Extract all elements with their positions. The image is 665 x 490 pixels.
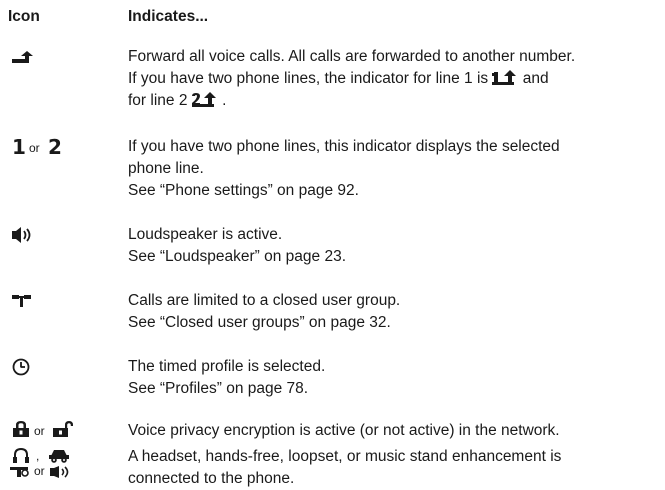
description-line: A headset, hands-free, loopset, or music… xyxy=(128,448,562,465)
hands-free-icon xyxy=(48,449,70,463)
music-stand-icon xyxy=(50,466,72,478)
table-row: or Voice privacy encryption is active (o… xyxy=(0,420,665,442)
description-line: See “Phone settings” on page 92. xyxy=(128,182,359,199)
row-description: A headset, hands-free, loopset, or music… xyxy=(128,446,663,490)
description-line: Forward all voice calls. All calls are f… xyxy=(128,48,576,65)
description-line: Calls are limited to a closed user group… xyxy=(128,292,401,309)
lock-open-icon xyxy=(53,421,73,437)
icon-cell xyxy=(4,356,122,400)
table-header: Icon Indicates... xyxy=(0,8,665,32)
or-label: or xyxy=(29,141,40,155)
description-text: . xyxy=(222,92,227,109)
icon-column-header: Icon xyxy=(8,8,40,25)
lock-closed-icon xyxy=(12,421,30,437)
table-row: Forward all voice calls. All calls are f… xyxy=(0,46,665,134)
row-description: Voice privacy encryption is active (or n… xyxy=(128,420,663,442)
description-line: If you have two phone lines, this indica… xyxy=(128,138,560,155)
icon-cell xyxy=(4,224,122,268)
row-description: Calls are limited to a closed user group… xyxy=(128,290,663,334)
row-description: The timed profile is selected. See “Prof… xyxy=(128,356,663,400)
description-line: The timed profile is selected. xyxy=(128,358,326,375)
description-line: See “Profiles” on page 78. xyxy=(128,380,309,397)
row-description: Forward all voice calls. All calls are f… xyxy=(128,46,663,112)
comma-separator: , xyxy=(36,449,40,463)
description-text: If you have two phone lines, the indicat… xyxy=(128,70,489,87)
description-text: and xyxy=(522,70,549,87)
headset-icon xyxy=(12,448,30,464)
icon-cell-second-line: or xyxy=(4,464,122,478)
row-description: Loudspeaker is active. See “Loudspeaker”… xyxy=(128,224,663,268)
line-2-forward-icon xyxy=(191,92,218,108)
line-2-icon: 2 xyxy=(48,135,62,159)
loudspeaker-icon xyxy=(12,227,34,243)
table-row: The timed profile is selected. See “Prof… xyxy=(0,356,665,400)
icon-cell: 1 or 2 xyxy=(4,135,122,180)
table-row: Loudspeaker is active. See “Loudspeaker”… xyxy=(0,224,665,268)
line-1-icon: 1 xyxy=(12,135,26,159)
description-line: See “Closed user groups” on page 32. xyxy=(128,314,391,331)
indicates-column-header: Indicates... xyxy=(128,8,209,25)
icon-cell xyxy=(4,290,122,334)
description-line: If you have two phone lines, the indicat… xyxy=(128,68,663,90)
closed-user-group-icon xyxy=(12,294,32,308)
row-description: If you have two phone lines, this indica… xyxy=(128,136,663,202)
timed-profile-clock-icon xyxy=(12,358,30,376)
description-line: Loudspeaker is active. xyxy=(128,226,283,243)
icon-cell xyxy=(4,46,122,90)
line-1-forward-icon xyxy=(492,70,518,86)
or-label: or xyxy=(34,424,45,438)
description-line: See “Loudspeaker” on page 23. xyxy=(128,248,347,265)
description-line: phone line. xyxy=(128,160,204,177)
description-line: connected to the phone. xyxy=(128,470,295,487)
table-row: Calls are limited to a closed user group… xyxy=(0,290,665,334)
table-row: 1 or 2 If you have two phone lines, this… xyxy=(0,135,665,204)
description-text: for line 2 xyxy=(128,92,188,109)
call-forward-icon xyxy=(12,51,36,65)
description-line: Voice privacy encryption is active (or n… xyxy=(128,422,560,439)
description-line: for line 2 . xyxy=(128,90,663,112)
table-row: , A headset, hands-free, loopset, or mus… xyxy=(0,446,665,487)
